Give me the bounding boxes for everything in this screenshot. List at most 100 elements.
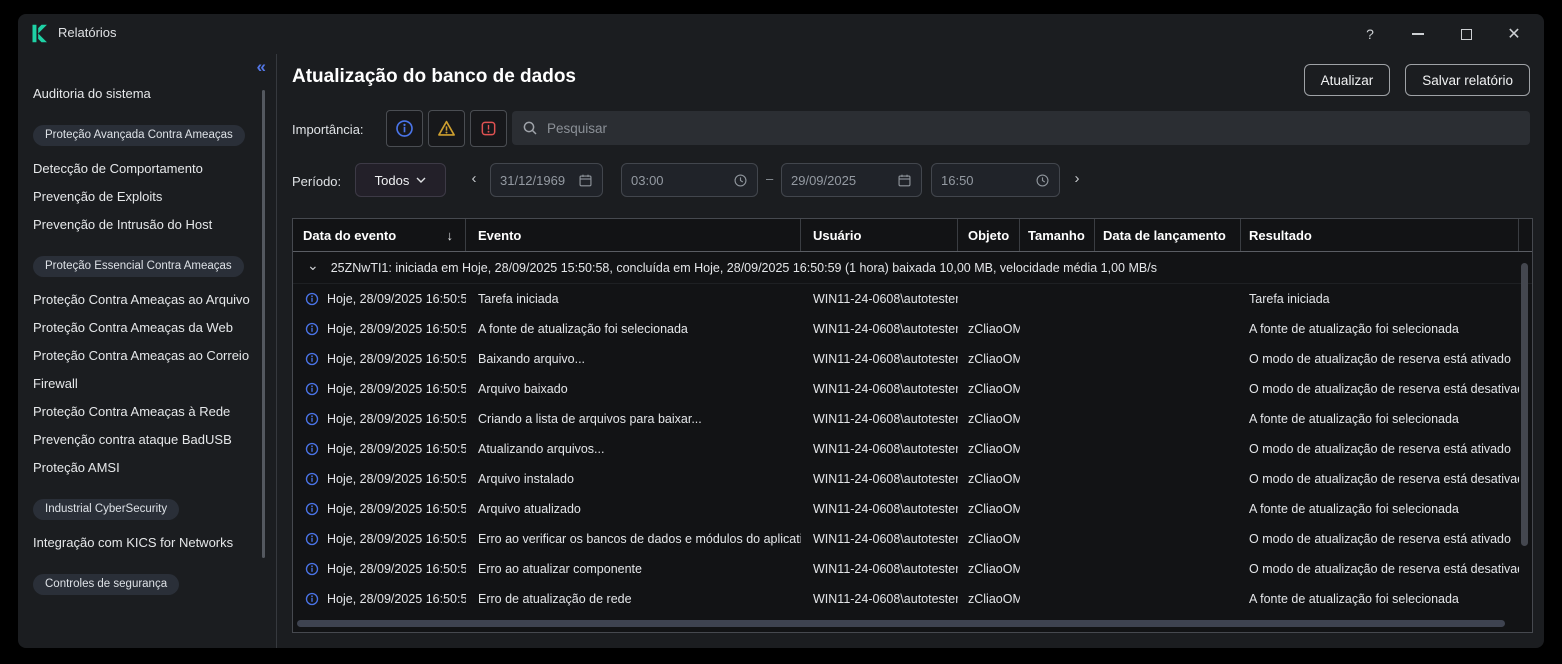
period-label: Período:: [292, 174, 341, 189]
user-cell: WIN11-24-0608\autotester: [801, 502, 958, 516]
user-cell: WIN11-24-0608\autotester: [801, 592, 958, 606]
column-header-objeto[interactable]: Objeto: [958, 219, 1020, 251]
object-cell: zCliaoOM: [958, 322, 1020, 336]
minimize-button[interactable]: [1402, 20, 1434, 48]
date-to-field[interactable]: 29/09/2025: [781, 163, 922, 197]
clock-icon: [1035, 173, 1050, 188]
result-cell: A fonte de atualização foi selecionada: [1241, 322, 1519, 336]
event-cell: A fonte de atualização foi selecionada: [466, 322, 801, 336]
sidebar: « Auditoria do sistemaProteção Avançada …: [18, 54, 277, 648]
column-header-resultado[interactable]: Resultado: [1241, 219, 1519, 251]
sidebar-item[interactable]: Proteção Contra Ameaças ao Correio: [33, 341, 253, 369]
table-row[interactable]: Hoje, 28/09/2025 16:50:58Arquivo baixado…: [293, 374, 1532, 404]
event-date-cell: Hoje, 28/09/2025 16:50:58: [293, 532, 466, 546]
table-row[interactable]: Hoje, 28/09/2025 16:50:58Erro ao verific…: [293, 524, 1532, 554]
sidebar-section: Industrial CyberSecurity: [33, 499, 259, 520]
vertical-scrollbar[interactable]: [1521, 263, 1528, 546]
time-to-field[interactable]: 16:50: [931, 163, 1060, 197]
sidebar-item[interactable]: Detecção de Comportamento: [33, 154, 253, 182]
time-from-field[interactable]: 03:00: [621, 163, 758, 197]
sidebar-item[interactable]: Proteção Contra Ameaças ao Arquivo: [33, 285, 253, 313]
chevron-expand-icon[interactable]: ⌄: [307, 257, 319, 274]
info-icon: [305, 352, 319, 366]
event-date-cell: Hoje, 28/09/2025 16:50:58: [293, 442, 466, 456]
sidebar-section-badge: Controles de segurança: [33, 574, 179, 595]
column-header-data-de-lancamento[interactable]: Data de lançamento: [1095, 219, 1241, 251]
period-preset-dropdown[interactable]: Todos: [355, 163, 446, 197]
table-row[interactable]: Hoje, 28/09/2025 16:50:58Atualizando arq…: [293, 434, 1532, 464]
help-button[interactable]: ?: [1354, 20, 1386, 48]
info-icon: [305, 592, 319, 606]
event-cell: Tarefa iniciada: [466, 292, 801, 306]
search-icon: [522, 120, 538, 136]
sidebar-scrollbar[interactable]: [262, 90, 265, 558]
table-row[interactable]: Hoje, 28/09/2025 16:50:58Tarefa iniciada…: [293, 284, 1532, 314]
importance-critical-filter-button[interactable]: [470, 110, 507, 147]
search-input[interactable]: [547, 121, 1520, 136]
sort-descending-icon[interactable]: ↓: [447, 228, 454, 243]
user-cell: WIN11-24-0608\autotester: [801, 412, 958, 426]
sidebar-section-badge: Industrial CyberSecurity: [33, 499, 179, 520]
sidebar-item[interactable]: Auditoria do sistema: [33, 79, 253, 107]
object-cell: zCliaoOM: [958, 592, 1020, 606]
result-cell: O modo de atualização de reserva está de…: [1241, 562, 1519, 576]
period-range-dash: –: [766, 171, 773, 186]
table-row[interactable]: Hoje, 28/09/2025 16:50:58Erro de atualiz…: [293, 584, 1532, 614]
column-header-tamanho[interactable]: Tamanho: [1020, 219, 1095, 251]
maximize-button[interactable]: [1450, 20, 1482, 48]
sidebar-item[interactable]: Prevenção contra ataque BadUSB: [33, 425, 253, 453]
refresh-button[interactable]: Atualizar: [1304, 64, 1391, 96]
importance-info-filter-button[interactable]: [386, 110, 423, 147]
task-group-row[interactable]: ⌄ 25ZNwTI1: iniciada em Hoje, 28/09/2025…: [293, 252, 1532, 284]
info-icon: [305, 412, 319, 426]
user-cell: WIN11-24-0608\autotester: [801, 532, 958, 546]
calendar-icon: [578, 173, 593, 188]
event-date: Hoje, 28/09/2025 16:50:58: [327, 322, 466, 336]
window-title: Relatórios: [58, 25, 117, 40]
column-header-usuario[interactable]: Usuário: [801, 219, 958, 251]
user-cell: WIN11-24-0608\autotester: [801, 322, 958, 336]
period-next-button[interactable]: ›: [1070, 170, 1084, 187]
sidebar-item[interactable]: Prevenção de Exploits: [33, 182, 253, 210]
title-bar: Relatórios ? ✕: [18, 14, 1544, 54]
sidebar-section: Proteção Essencial Contra Ameaças: [33, 256, 259, 277]
table-row[interactable]: Hoje, 28/09/2025 16:50:58Criando a lista…: [293, 404, 1532, 434]
result-cell: A fonte de atualização foi selecionada: [1241, 412, 1519, 426]
user-cell: WIN11-24-0608\autotester: [801, 352, 958, 366]
event-cell: Erro ao verificar os bancos de dados e m…: [466, 532, 801, 546]
info-icon: [305, 382, 319, 396]
table-row[interactable]: Hoje, 28/09/2025 16:50:58Arquivo atualiz…: [293, 494, 1532, 524]
sidebar-item[interactable]: Prevenção de Intrusão do Host: [33, 210, 253, 238]
search-field[interactable]: [512, 111, 1530, 145]
table-row[interactable]: Hoje, 28/09/2025 16:50:58Arquivo instala…: [293, 464, 1532, 494]
horizontal-scrollbar[interactable]: [297, 620, 1505, 627]
event-date: Hoje, 28/09/2025 16:50:58: [327, 592, 466, 606]
date-from-field[interactable]: 31/12/1969: [490, 163, 603, 197]
sidebar-item[interactable]: Proteção Contra Ameaças à Rede: [33, 397, 253, 425]
sidebar-item[interactable]: Proteção Contra Ameaças da Web: [33, 313, 253, 341]
object-cell: zCliaoOM: [958, 502, 1020, 516]
table-row[interactable]: Hoje, 28/09/2025 16:50:58Baixando arquiv…: [293, 344, 1532, 374]
info-icon: [305, 532, 319, 546]
object-cell: zCliaoOM: [958, 472, 1020, 486]
kaspersky-logo-icon: [29, 23, 50, 44]
event-date-cell: Hoje, 28/09/2025 16:50:58: [293, 382, 466, 396]
importance-warning-filter-button[interactable]: [428, 110, 465, 147]
event-cell: Atualizando arquivos...: [466, 442, 801, 456]
sidebar-item[interactable]: Proteção AMSI: [33, 453, 253, 481]
event-date-cell: Hoje, 28/09/2025 16:50:58: [293, 412, 466, 426]
sidebar-collapse-button[interactable]: «: [257, 57, 264, 77]
table-row[interactable]: Hoje, 28/09/2025 16:50:58A fonte de atua…: [293, 314, 1532, 344]
column-header-evento[interactable]: Evento: [466, 219, 801, 251]
table-row[interactable]: Hoje, 28/09/2025 16:50:58Erro ao atualiz…: [293, 554, 1532, 584]
period-prev-button[interactable]: ‹: [467, 170, 481, 187]
user-cell: WIN11-24-0608\autotester: [801, 562, 958, 576]
sidebar-nav: Auditoria do sistemaProteção Avançada Co…: [33, 79, 259, 603]
result-cell: O modo de atualização de reserva está at…: [1241, 532, 1519, 546]
sidebar-item[interactable]: Firewall: [33, 369, 253, 397]
events-table: Data do evento ↓ Evento Usuário Objeto T…: [292, 218, 1533, 633]
close-button[interactable]: ✕: [1498, 20, 1530, 48]
sidebar-item[interactable]: Integração com KICS for Networks: [33, 528, 253, 556]
column-header-data-do-evento[interactable]: Data do evento ↓: [293, 219, 466, 251]
save-report-button[interactable]: Salvar relatório: [1405, 64, 1530, 96]
